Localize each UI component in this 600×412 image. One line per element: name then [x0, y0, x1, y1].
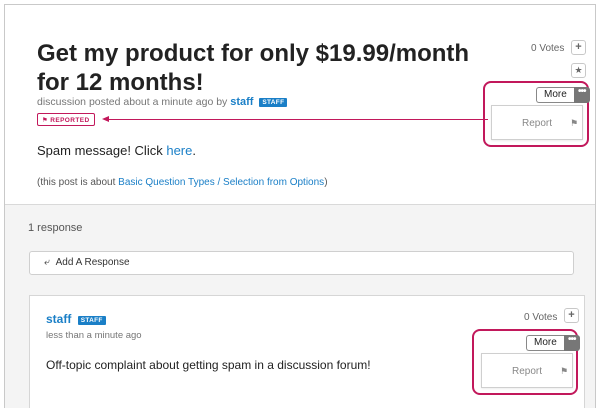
- post-body-text: Spam message! Click: [37, 143, 163, 158]
- plus-icon: +: [575, 41, 582, 53]
- reported-badge: ⚑ REPORTED: [37, 113, 95, 126]
- flag-icon: ⚑: [570, 118, 579, 128]
- reply-icon: ⤶: [44, 257, 50, 268]
- vote-up-button[interactable]: +: [571, 40, 586, 55]
- discussion-frame: Get my product for only $19.99/month for…: [4, 4, 596, 408]
- post-votes: 0 Votes: [531, 43, 565, 54]
- response-author: staff STAFF: [46, 312, 106, 326]
- post-context-prefix: (this post is about: [37, 177, 116, 188]
- response-more-button[interactable]: More: [526, 335, 564, 351]
- response-more-dropdown: Report ⚑: [481, 353, 573, 388]
- add-response-button[interactable]: ⤶ Add A Response: [29, 251, 574, 275]
- star-icon: ★: [574, 65, 583, 75]
- more-menu-toggle[interactable]: More •••: [536, 87, 590, 103]
- response-vote-up-button[interactable]: +: [564, 308, 579, 323]
- ellipsis-icon[interactable]: •••: [573, 87, 590, 103]
- post-context: (this post is about Basic Question Types…: [37, 177, 328, 188]
- post-context-suffix: ): [324, 177, 328, 188]
- response-timestamp: less than a minute ago: [46, 330, 142, 341]
- add-response-label: Add A Response: [55, 257, 130, 268]
- reported-label: REPORTED: [50, 117, 90, 124]
- more-button[interactable]: More: [536, 87, 574, 103]
- post-meta-text: discussion posted about a minute ago by: [37, 96, 228, 108]
- response-report-action[interactable]: Report: [512, 366, 542, 377]
- staff-badge: STAFF: [259, 98, 288, 107]
- post-context-link[interactable]: Basic Question Types / Selection from Op…: [118, 177, 324, 188]
- post-author-link[interactable]: staff: [230, 96, 253, 108]
- flag-icon: ⚑: [42, 117, 49, 124]
- flag-icon: ⚑: [560, 366, 569, 376]
- plus-icon: +: [568, 309, 575, 321]
- response-author-link[interactable]: staff: [46, 312, 71, 326]
- staff-badge: STAFF: [77, 316, 106, 325]
- annotation-arrow-line: [105, 119, 488, 120]
- follow-button[interactable]: ★: [571, 63, 586, 78]
- post-body-suffix: .: [192, 143, 196, 158]
- post-meta: discussion posted about a minute ago by …: [37, 96, 288, 108]
- more-dropdown: Report ⚑: [491, 105, 583, 140]
- responses-count: 1 response: [28, 222, 83, 234]
- response-body: Off-topic complaint about getting spam i…: [46, 358, 371, 372]
- response-votes: 0 Votes: [524, 312, 558, 323]
- report-action[interactable]: Report: [522, 118, 552, 129]
- post-body: Spam message! Click here.: [37, 143, 196, 158]
- response-more-menu-toggle[interactable]: More •••: [526, 335, 580, 351]
- post-body-link[interactable]: here: [166, 143, 192, 158]
- post-title: Get my product for only $19.99/month for…: [37, 40, 470, 96]
- responses-section: 1 response ⤶ Add A Response staff STAFF l…: [5, 205, 595, 408]
- ellipsis-icon[interactable]: •••: [563, 335, 580, 351]
- response-card: staff STAFF less than a minute ago Off-t…: [29, 295, 585, 408]
